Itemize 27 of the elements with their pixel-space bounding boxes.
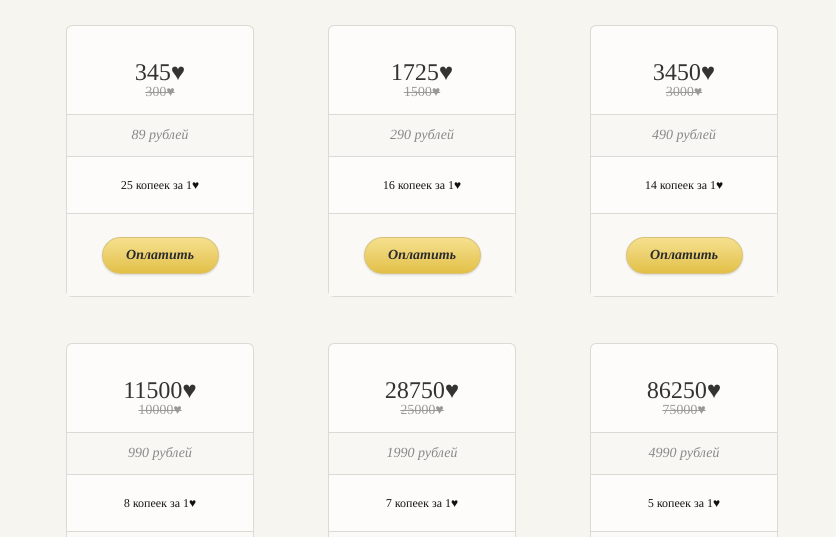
rate-label: 5 копеек за 1♥ <box>648 495 720 512</box>
price-label: 290 рублей <box>390 127 454 145</box>
old-hearts-amount: 300♥ <box>145 86 175 100</box>
price-label: 490 рублей <box>652 127 716 145</box>
rate-label: 25 копеек за 1♥ <box>120 177 200 194</box>
pay-button[interactable]: Оплатить <box>626 236 742 274</box>
rate-label: 8 копеек за 1♥ <box>124 495 196 512</box>
hearts-amount: 11500♥ <box>123 378 197 404</box>
hearts-amount: 86250♥ <box>646 378 722 404</box>
old-hearts-amount: 3000♥ <box>666 86 702 100</box>
pay-button[interactable]: Оплатить <box>364 236 480 274</box>
old-hearts-amount: 10000♥ <box>138 404 182 418</box>
old-hearts-amount: 1500♥ <box>404 86 440 100</box>
rate-label: 7 копеек за 1♥ <box>386 495 458 512</box>
rate-label: 16 копеек за 1♥ <box>382 177 462 194</box>
price-label: 4990 рублей <box>648 445 720 463</box>
hearts-amount: 28750♥ <box>384 378 460 404</box>
hearts-amount: 345♥ <box>134 60 186 86</box>
price-label: 1990 рублей <box>386 445 458 463</box>
old-hearts-amount: 25000♥ <box>400 404 444 418</box>
hearts-amount: 1725♥ <box>390 60 454 86</box>
price-label: 89 рублей <box>132 127 188 145</box>
old-hearts-amount: 75000♥ <box>662 404 706 418</box>
pay-button[interactable]: Оплатить <box>102 236 218 274</box>
hearts-amount: 3450♥ <box>652 60 716 86</box>
price-label: 990 рублей <box>128 445 192 463</box>
rate-label: 14 копеек за 1♥ <box>644 177 724 194</box>
